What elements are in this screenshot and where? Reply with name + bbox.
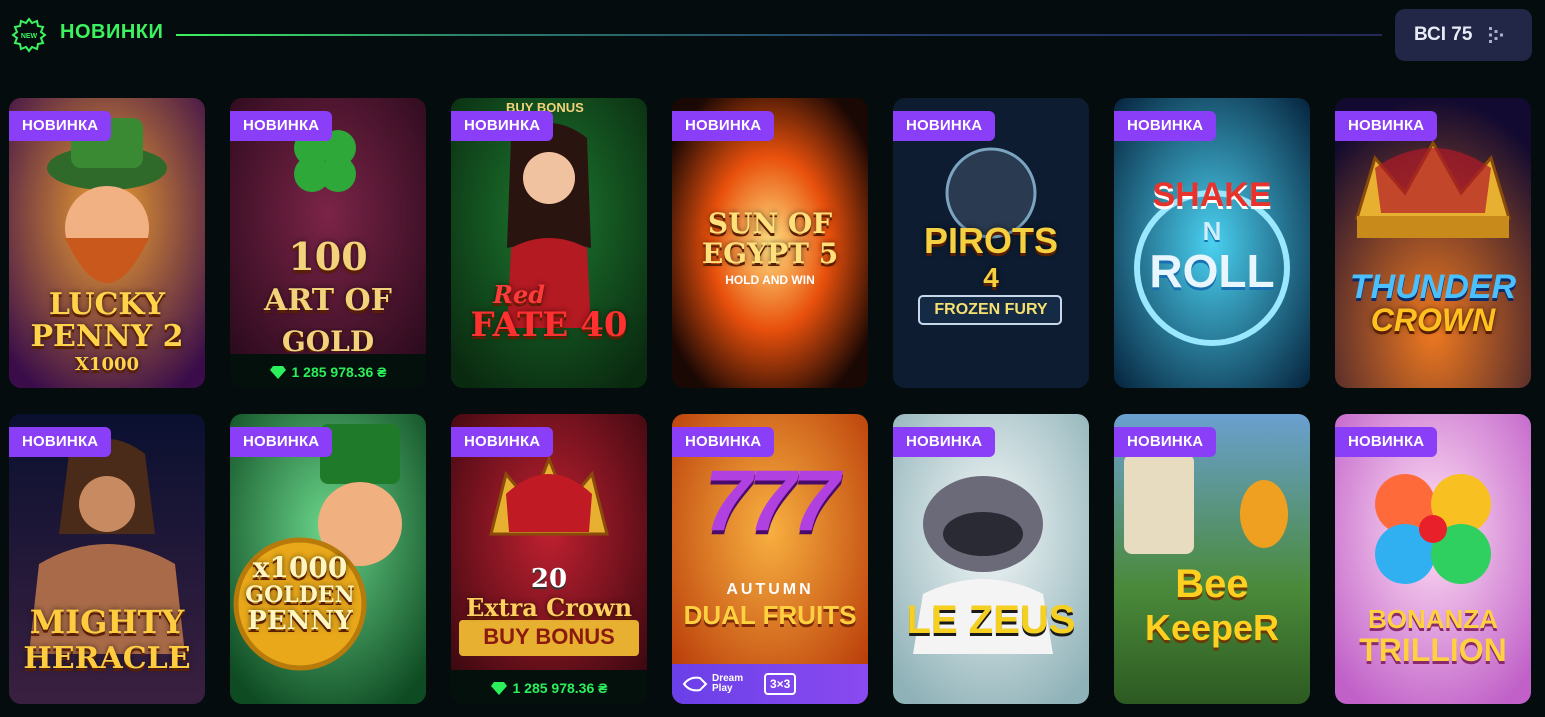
game-title-line1: PIROTS [923,220,1058,261]
new-badge: НОВИНКА [451,427,554,457]
new-badge: НОВИНКА [1114,111,1217,141]
provider-name: Dream Play [712,672,744,694]
game-card-sun-of-egypt-5[interactable]: SUN OF EGYPT 5 HOLD AND WIN НОВИНКА [672,98,868,388]
dream-play-logo-icon [682,676,708,692]
provider-strip: Dream Play 3×3 [672,664,868,704]
jackpot-amount: 1 285 978.36 ₴ [291,364,387,380]
game-title-line1: LE ZEUS [906,598,1076,642]
game-title-line2: N [1202,216,1222,246]
game-title-line1: x1000 [252,551,348,584]
chevron-right-icon [1489,27,1504,43]
section-header: NEW НОВИНКИ ВСІ 75 [0,0,1545,70]
header-divider [176,34,1382,36]
game-title-line2: HERACLE [23,641,191,676]
new-badge: НОВИНКА [451,111,554,141]
game-title-line3: BUY BONUS [483,624,615,649]
game-title-line1: SHAKE [1152,176,1272,214]
game-title-line2: ART OF [264,283,392,318]
new-badge: НОВИНКА [230,111,333,141]
game-card-thunder-crown[interactable]: THUNDER CROWN НОВИНКА [1335,98,1531,388]
new-badge: НОВИНКА [1335,427,1438,457]
game-title-line2: 4 [983,262,999,293]
new-badge: НОВИНКА [893,427,996,457]
game-title-line2: CROWN [1370,302,1496,338]
game-title-line1: 100 [288,234,368,279]
new-badge: НОВИНКА [230,427,333,457]
new-badge: НОВИНКА [9,111,112,141]
game-art [1114,414,1310,704]
new-badge-icon: NEW [11,17,47,53]
new-badge: НОВИНКА [9,427,112,457]
game-title-line3: X1000 [74,354,140,375]
game-title-line1: MIGHTY [29,603,185,641]
game-title-line1: 20 [530,564,568,594]
diamond-icon [269,366,286,379]
game-title-line3: ROLL [1149,245,1275,297]
game-card-bee-keeper[interactable]: Bee KeepeR НОВИНКА [1114,414,1310,704]
game-card-lucky-penny-2[interactable]: LUCKY PENNY 2 X1000 НОВИНКА [9,98,205,388]
game-card-le-zeus[interactable]: LE ZEUS НОВИНКА [893,414,1089,704]
game-art [893,414,1089,704]
game-card-mighty-heracle[interactable]: MIGHTY HERACLE НОВИНКА [9,414,205,704]
jackpot-bar: 1 285 978.36 ₴ [451,672,647,704]
game-title-line1: 777 [704,453,840,549]
game-title-line1: Red [493,280,545,309]
game-title-line3: GOLD [281,328,375,352]
game-title-line3: FROZEN FURY [934,301,1048,318]
game-title-line1: Bee [1175,562,1249,606]
game-title-line3: DUAL FRUITS [683,600,857,630]
game-card-1000-golden-penny[interactable]: x1000 GOLDEN PENNY НОВИНКА [230,414,426,704]
grid-size: 3×3 [764,673,797,695]
game-title-line3: PENNY [247,606,353,636]
new-badge: НОВИНКА [1335,111,1438,141]
section-title: НОВИНКИ [60,21,164,43]
game-title-line1: BONANZA [1368,604,1498,634]
game-title-line2: Extra Crown [465,593,633,622]
game-card-pirots-4[interactable]: PIROTS 4 FROZEN FURY НОВИНКА [893,98,1089,388]
game-title-line2: GOLDEN [245,582,355,608]
new-badge: НОВИНКА [672,111,775,141]
view-all-label: ВСІ 75 [1414,24,1473,45]
game-title-line1: THUNDER [1349,268,1517,306]
game-title-line1: LUCKY [48,287,166,322]
diamond-icon [490,682,507,695]
game-title-line2: EGYPT 5 [701,237,839,270]
game-card-extra-crown[interactable]: 20 Extra Crown BUY BONUS 1 285 978.36 ₴ … [451,414,647,704]
jackpot-bar: 1 285 978.36 ₴ [230,356,426,388]
game-title-line1: SUN OF [707,207,833,240]
game-card-100-art-of-gold[interactable]: 100 ART OF GOLD 1 285 978.36 ₴ НОВИНКА [230,98,426,388]
game-art [451,414,647,704]
new-badge: НОВИНКА [1114,427,1217,457]
game-title-line2: KeepeR [1144,607,1280,648]
game-title-line2: FATE 40 [470,305,628,345]
new-badge: НОВИНКА [672,427,775,457]
jackpot-amount: 1 285 978.36 ₴ [512,680,608,696]
game-title-line2: PENNY 2 [30,319,184,354]
game-card-autumn-dual-fruits[interactable]: 777 AUTUMN DUAL FRUITS Dream Play 3×3 НО… [672,414,868,704]
game-card-bonanza-trillion[interactable]: BONANZA TRILLION НОВИНКА [1335,414,1531,704]
game-title-line2: TRILLION [1359,632,1507,668]
view-all-button[interactable]: ВСІ 75 [1395,9,1532,61]
new-badge: НОВИНКА [893,111,996,141]
game-title-line2: AUTUMN [726,581,814,598]
game-card-shake-n-roll[interactable]: SHAKE N ROLL НОВИНКА [1114,98,1310,388]
game-art [1335,98,1531,388]
new-icon-text: NEW [21,33,38,40]
game-card-red-fate-40[interactable]: BUY BONUS Red FATE 40 НОВИНКА [451,98,647,388]
game-title-line3: HOLD AND WIN [725,273,815,287]
